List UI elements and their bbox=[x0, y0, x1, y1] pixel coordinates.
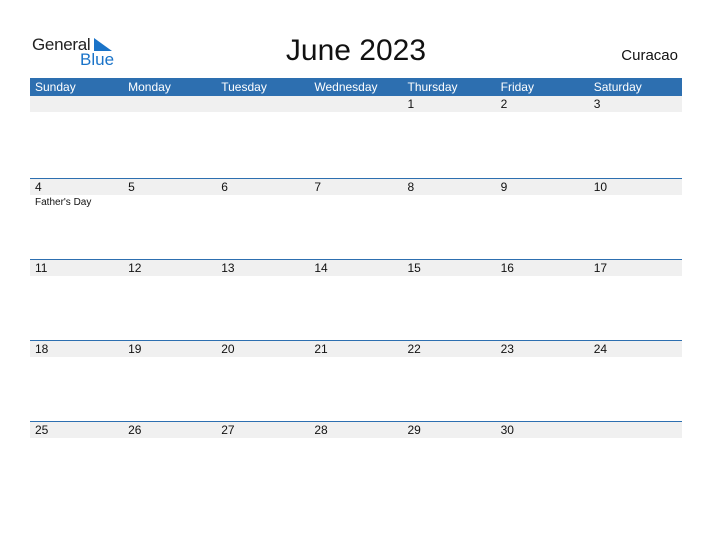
weekday-friday: Friday bbox=[500, 80, 534, 94]
day-number: 24 bbox=[593, 342, 608, 356]
day-number: 16 bbox=[500, 261, 514, 275]
day-event bbox=[30, 357, 123, 359]
weekday-saturday: Saturday bbox=[593, 80, 642, 94]
day-event bbox=[589, 357, 682, 359]
day-event bbox=[216, 438, 309, 440]
day-event bbox=[216, 112, 309, 114]
day-event bbox=[589, 112, 682, 114]
day-event bbox=[403, 357, 496, 359]
date-strip: 1 2 3 bbox=[30, 96, 682, 112]
day-number: 27 bbox=[221, 423, 235, 437]
day-number bbox=[30, 96, 123, 112]
day-number: 13 bbox=[221, 261, 235, 275]
day-number: 7 bbox=[314, 180, 322, 194]
day-event bbox=[30, 276, 123, 278]
day-event bbox=[496, 357, 589, 359]
day-event bbox=[123, 276, 216, 278]
weekday-header: Sunday Monday Tuesday Wednesday Thursday… bbox=[30, 78, 682, 96]
day-number: 21 bbox=[314, 342, 328, 356]
day-number: 12 bbox=[128, 261, 142, 275]
day-number: 20 bbox=[221, 342, 235, 356]
day-event bbox=[30, 112, 123, 114]
day-event bbox=[123, 195, 216, 208]
day-number: 17 bbox=[593, 261, 608, 275]
page-title: June 2023 bbox=[285, 34, 427, 67]
date-strip: 4 5 6 7 8 9 10 bbox=[30, 179, 682, 195]
day-event bbox=[589, 276, 682, 278]
day-number: 4 bbox=[35, 180, 42, 194]
day-event bbox=[589, 438, 682, 440]
day-number: 14 bbox=[314, 261, 328, 275]
day-event bbox=[403, 276, 496, 278]
day-event bbox=[309, 357, 402, 359]
week-row: 1 2 3 bbox=[30, 96, 682, 177]
day-number: 3 bbox=[593, 97, 601, 111]
day-event bbox=[589, 195, 682, 208]
day-number bbox=[589, 422, 682, 438]
day-number: 11 bbox=[35, 261, 48, 275]
day-event bbox=[309, 276, 402, 278]
day-number: 29 bbox=[407, 423, 421, 437]
events-row bbox=[30, 276, 682, 278]
weekday-thursday: Thursday bbox=[407, 80, 458, 94]
day-number: 8 bbox=[407, 180, 415, 194]
day-event bbox=[216, 357, 309, 359]
day-event bbox=[30, 438, 123, 440]
day-event bbox=[496, 195, 589, 208]
day-event bbox=[123, 438, 216, 440]
day-number: 22 bbox=[407, 342, 421, 356]
day-number: 19 bbox=[128, 342, 142, 356]
day-number: 2 bbox=[500, 97, 508, 111]
day-event bbox=[309, 195, 402, 208]
date-strip: 25 26 27 28 29 30 bbox=[30, 422, 682, 438]
week-row: 4 5 6 7 8 9 10 Father's Day bbox=[30, 178, 682, 260]
events-row bbox=[30, 438, 682, 440]
day-event: Father's Day bbox=[35, 197, 92, 208]
day-number: 26 bbox=[128, 423, 142, 437]
day-number: 23 bbox=[500, 342, 514, 356]
week-row: 18 19 20 21 22 23 24 bbox=[30, 340, 682, 422]
date-strip: 11 12 13 14 15 16 17 bbox=[30, 260, 682, 276]
day-event bbox=[403, 112, 496, 114]
weekday-sunday: Sunday bbox=[35, 80, 76, 94]
events-row: Father's Day bbox=[30, 195, 682, 208]
weekday-tuesday: Tuesday bbox=[221, 80, 267, 94]
day-event bbox=[123, 112, 216, 114]
day-event bbox=[403, 195, 496, 208]
day-number: 28 bbox=[314, 423, 328, 437]
day-event bbox=[309, 112, 402, 114]
day-event bbox=[403, 438, 496, 440]
day-number: 15 bbox=[407, 261, 421, 275]
date-strip: 18 19 20 21 22 23 24 bbox=[30, 341, 682, 357]
day-number: 30 bbox=[500, 423, 514, 437]
day-number: 10 bbox=[593, 180, 608, 194]
day-event bbox=[216, 195, 309, 208]
day-event bbox=[216, 276, 309, 278]
day-event bbox=[496, 438, 589, 440]
day-number: 25 bbox=[35, 423, 49, 437]
day-event bbox=[496, 276, 589, 278]
day-event bbox=[123, 357, 216, 359]
weekday-wednesday: Wednesday bbox=[314, 80, 378, 94]
day-number bbox=[216, 96, 309, 112]
day-number: 6 bbox=[221, 180, 228, 194]
country-label: Curacao bbox=[621, 47, 678, 64]
events-row bbox=[30, 112, 682, 114]
day-number bbox=[123, 96, 216, 112]
day-event bbox=[309, 438, 402, 440]
week-row: 25 26 27 28 29 30 bbox=[30, 421, 682, 503]
day-number: 9 bbox=[500, 180, 508, 194]
events-row bbox=[30, 357, 682, 359]
week-row: 11 12 13 14 15 16 17 bbox=[30, 259, 682, 341]
day-event bbox=[496, 112, 589, 114]
day-number: 5 bbox=[128, 180, 135, 194]
day-number: 1 bbox=[407, 97, 415, 111]
day-number: 18 bbox=[35, 342, 49, 356]
weekday-monday: Monday bbox=[128, 80, 171, 94]
day-number bbox=[309, 96, 402, 112]
